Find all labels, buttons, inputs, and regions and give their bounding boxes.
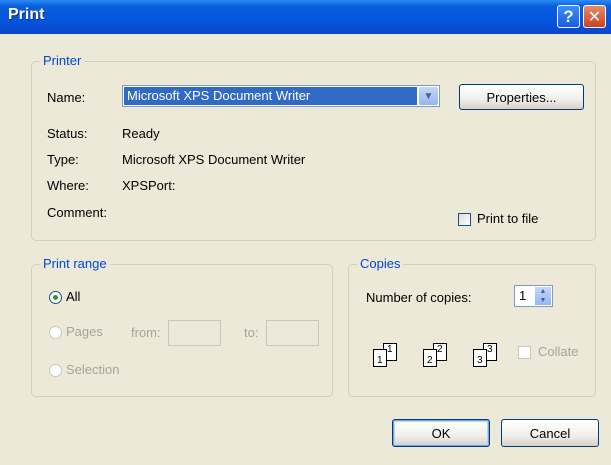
from-input[interactable]	[168, 320, 221, 346]
all-label[interactable]: All	[66, 289, 80, 304]
chevron-down-icon[interactable]: ▼	[419, 87, 438, 105]
pages-label[interactable]: Pages	[66, 324, 103, 339]
print-range-legend: Print range	[40, 256, 110, 271]
print-to-file-checkbox[interactable]	[458, 213, 471, 226]
ok-button[interactable]: OK	[392, 419, 490, 447]
comment-label: Comment:	[47, 205, 107, 220]
all-radio[interactable]	[49, 291, 62, 304]
type-value: Microsoft XPS Document Writer	[122, 152, 306, 167]
collate-checkbox[interactable]	[518, 346, 531, 359]
status-value: Ready	[122, 126, 160, 141]
printer-name-select[interactable]: Microsoft XPS Document Writer ▼	[122, 85, 440, 107]
collate-page-front-3: 3	[473, 349, 487, 367]
print-dialog: Print ? ✕ Printer Name: Microsoft XPS Do…	[0, 0, 611, 465]
print-to-file-label[interactable]: Print to file	[477, 211, 538, 226]
name-label: Name:	[47, 90, 86, 105]
number-of-copies-label: Number of copies:	[366, 290, 472, 305]
cancel-button-label: Cancel	[529, 425, 571, 441]
printer-name-value: Microsoft XPS Document Writer	[124, 87, 417, 105]
from-label: from:	[131, 325, 161, 340]
title-bar[interactable]: Print ? ✕	[0, 0, 611, 34]
collate-page-front-2: 2	[423, 349, 437, 367]
close-icon: ✕	[587, 8, 602, 26]
collate-page-front-1: 1	[373, 349, 387, 367]
type-label: Type:	[47, 152, 79, 167]
to-label: to:	[244, 325, 259, 340]
copies-group: Copies	[348, 256, 596, 397]
properties-button[interactable]: Properties...	[459, 84, 584, 110]
cancel-button[interactable]: Cancel	[501, 419, 599, 447]
status-label: Status:	[47, 126, 88, 141]
help-button[interactable]: ?	[557, 5, 580, 28]
selection-radio[interactable]	[49, 364, 62, 377]
close-button[interactable]: ✕	[583, 5, 606, 28]
where-label: Where:	[47, 178, 89, 193]
pages-radio[interactable]	[49, 326, 62, 339]
to-input[interactable]	[266, 320, 319, 346]
printer-group-legend: Printer	[40, 53, 85, 68]
spin-arrows-icon[interactable]: ▲ ▼	[535, 287, 551, 305]
window-title: Print	[8, 6, 45, 23]
where-value: XPSPort:	[122, 178, 176, 193]
collate-label[interactable]: Collate	[538, 344, 578, 359]
help-icon: ?	[563, 6, 574, 26]
copies-value: 1	[519, 288, 527, 303]
selection-label[interactable]: Selection	[66, 362, 119, 377]
properties-button-label: Properties...	[486, 89, 557, 105]
ok-button-label: OK	[431, 425, 451, 441]
copies-spinner[interactable]: 1 ▲ ▼	[514, 285, 553, 307]
copies-legend: Copies	[357, 256, 404, 271]
